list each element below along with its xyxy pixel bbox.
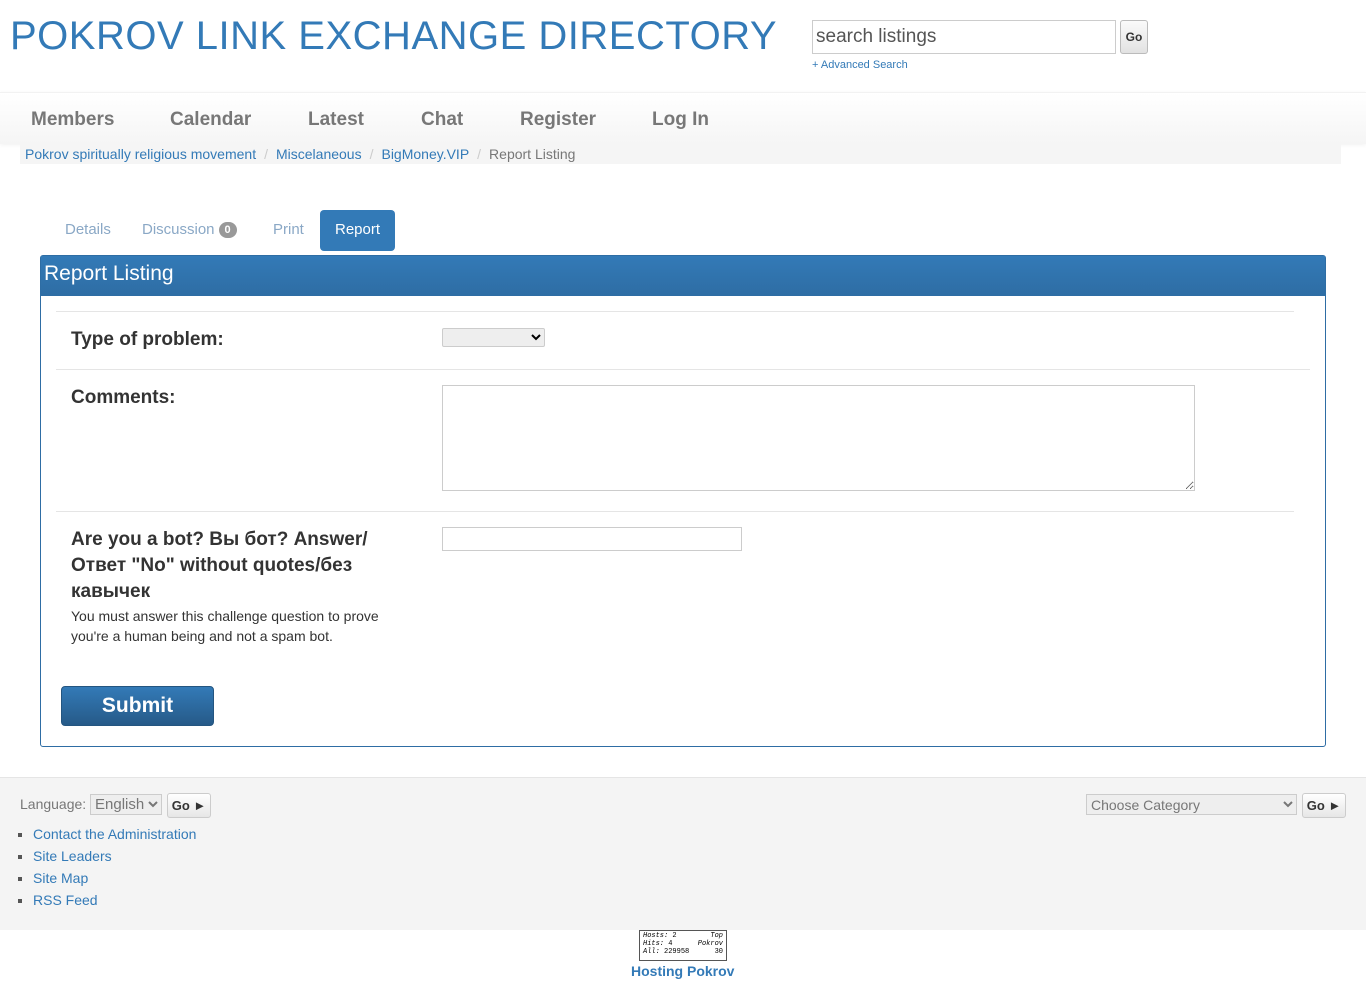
- divider: [56, 511, 1294, 512]
- breadcrumb-current: Report Listing: [489, 146, 576, 162]
- breadcrumb-item[interactable]: BigMoney.VIP: [381, 146, 469, 162]
- divider: [56, 311, 1294, 312]
- search-go-button[interactable]: Go: [1120, 20, 1148, 54]
- breadcrumb: Pokrov spiritually religious movement / Mi…: [20, 144, 1341, 164]
- report-panel: Report Listing Type of problem: Comments…: [40, 255, 1326, 747]
- footer-links: Contact the Administration Site Leaders …: [13, 823, 196, 911]
- tab-print[interactable]: Print: [258, 210, 319, 251]
- bot-help-text: You must answer this challenge question …: [71, 608, 379, 644]
- bot-question-label: Are you a bot? Вы бот? Answer/ Ответ "No…: [71, 529, 368, 602]
- divider: [56, 369, 1310, 370]
- counter-top-label: Top: [710, 932, 723, 940]
- submit-button[interactable]: Submit: [61, 686, 214, 726]
- list-item: RSS Feed: [33, 889, 196, 911]
- tab-report[interactable]: Report: [320, 210, 396, 251]
- counter-row: Hosts: 2 Top: [643, 932, 723, 940]
- counter-hits-label: Hits:: [643, 940, 665, 948]
- language-go-button[interactable]: Go ►: [167, 793, 211, 818]
- panel-heading: Report Listing: [41, 256, 1325, 296]
- tab-report-label: Report: [335, 221, 381, 238]
- nav-login[interactable]: Log In: [652, 109, 709, 131]
- nav-chat[interactable]: Chat: [421, 109, 463, 131]
- breadcrumb-separator: /: [477, 146, 482, 162]
- site-title: POKROV LINK EXCHANGE DIRECTORY: [10, 14, 778, 58]
- bot-answer-input[interactable]: [442, 527, 742, 551]
- breadcrumb-item[interactable]: Miscelaneous: [276, 146, 362, 162]
- breadcrumb-item[interactable]: Pokrov spiritually religious movement: [25, 146, 256, 162]
- tab-print-label: Print: [273, 221, 304, 238]
- discussion-count-badge: 0: [218, 222, 237, 239]
- tab-details[interactable]: Details: [50, 210, 126, 251]
- counter-rank: 30: [714, 948, 723, 956]
- search-input[interactable]: [812, 20, 1116, 54]
- counter-row: All: 229958 30: [643, 948, 723, 956]
- list-item: Contact the Administration: [33, 823, 196, 845]
- hosting-link[interactable]: Hosting Pokrov: [631, 963, 734, 979]
- nav-members[interactable]: Members: [31, 109, 114, 131]
- footer-link-site-map[interactable]: Site Map: [33, 870, 88, 886]
- counter-hosts-value: 2: [672, 932, 677, 940]
- problem-label: Type of problem:: [71, 329, 224, 350]
- main-navbar: Members Calendar Latest Chat Register Lo…: [0, 92, 1366, 144]
- comments-textarea[interactable]: [442, 385, 1195, 491]
- comments-label: Comments:: [71, 387, 176, 408]
- tab-details-label: Details: [65, 221, 111, 238]
- footer: Language: English Go ► Choose Category G…: [0, 777, 1366, 930]
- visitor-counter-badge[interactable]: Hosts: 2 Top Hits: 4 Pokrov All: 229958 …: [639, 930, 727, 961]
- list-item: Site Leaders: [33, 845, 196, 867]
- language-label: Language:: [20, 796, 87, 812]
- category-go-button[interactable]: Go ►: [1302, 793, 1346, 818]
- counter-all-label: All:: [643, 948, 660, 956]
- nav-calendar[interactable]: Calendar: [170, 109, 251, 131]
- tab-discussion[interactable]: Discussion 0: [127, 210, 252, 251]
- nav-register[interactable]: Register: [520, 109, 596, 131]
- counter-hosts-label: Hosts:: [643, 932, 669, 940]
- counter-hits-value: 4: [668, 940, 673, 948]
- language-select[interactable]: English: [90, 794, 162, 815]
- tab-discussion-label: Discussion: [142, 221, 215, 238]
- list-item: Site Map: [33, 867, 196, 889]
- category-select[interactable]: Choose Category: [1086, 794, 1297, 815]
- counter-pokrov-label: Pokrov: [697, 940, 723, 948]
- nav-latest[interactable]: Latest: [308, 109, 364, 131]
- footer-link-site-leaders[interactable]: Site Leaders: [33, 848, 112, 864]
- problem-type-select[interactable]: [442, 328, 545, 347]
- footer-link-rss[interactable]: RSS Feed: [33, 892, 98, 908]
- footer-link-contact[interactable]: Contact the Administration: [33, 826, 196, 842]
- counter-all-value: 229958: [664, 948, 690, 956]
- counter-row: Hits: 4 Pokrov: [643, 940, 723, 948]
- advanced-search-link[interactable]: + Advanced Search: [812, 59, 908, 71]
- breadcrumb-separator: /: [264, 146, 268, 162]
- breadcrumb-separator: /: [369, 146, 374, 162]
